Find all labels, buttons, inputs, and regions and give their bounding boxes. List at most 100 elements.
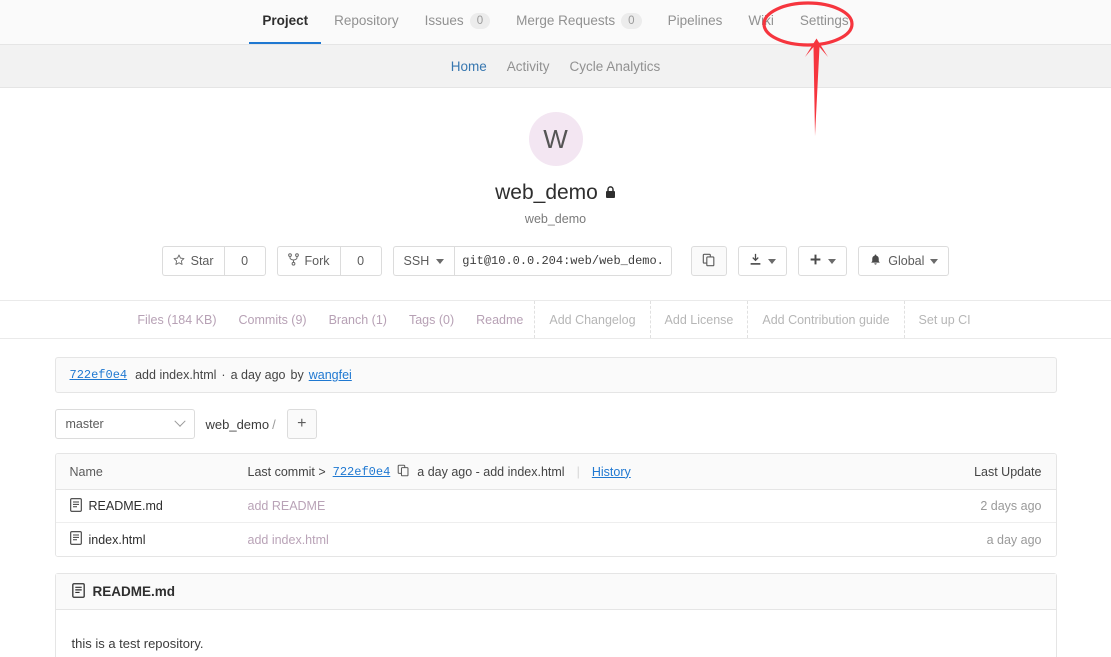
copy-commit-sha-icon[interactable] xyxy=(397,464,410,480)
nav-item-merge-requests[interactable]: Merge Requests 0 xyxy=(503,0,654,44)
table-row[interactable]: README.md add README 2 days ago xyxy=(55,490,1056,523)
stat-branches[interactable]: Branch (1) xyxy=(318,301,398,338)
add-contribution-guide-button[interactable]: Add Contribution guide xyxy=(747,301,903,338)
file-link[interactable]: index.html xyxy=(89,533,146,547)
download-button[interactable] xyxy=(738,246,788,276)
file-icon xyxy=(69,531,82,548)
project-actions: Star 0 Fork 0 SSH git@10.0.0.204:web/web… xyxy=(0,246,1111,276)
star-count[interactable]: 0 xyxy=(223,246,266,276)
file-list-header: Name Last commit > 722ef0e4 a day ago - … xyxy=(55,454,1056,490)
nav-item-wiki[interactable]: Wiki xyxy=(735,0,787,44)
primary-navigation: Project Repository Issues 0 Merge Reques… xyxy=(0,0,1111,45)
nav-item-merge-requests-label: Merge Requests xyxy=(516,13,616,28)
nav-item-settings-label: Settings xyxy=(799,13,849,28)
breadcrumb-separator: / xyxy=(272,416,276,432)
stat-readme[interactable]: Readme xyxy=(465,301,534,338)
download-icon xyxy=(749,253,762,269)
stat-commits[interactable]: Commits (9) xyxy=(228,301,318,338)
nav-item-issues-label: Issues xyxy=(424,13,464,28)
star-button-label: Star xyxy=(190,254,214,268)
fork-button-label: Fork xyxy=(304,254,330,268)
file-updated-time: 2 days ago xyxy=(980,499,1042,513)
set-up-ci-button[interactable]: Set up CI xyxy=(903,301,985,338)
breadcrumb: web_demo / xyxy=(206,417,276,432)
file-updated-time: a day ago xyxy=(986,532,1042,547)
file-list: Name Last commit > 722ef0e4 a day ago - … xyxy=(54,453,1057,557)
readme-file-icon xyxy=(71,582,85,601)
copy-icon xyxy=(702,253,716,270)
star-button[interactable]: Star xyxy=(161,246,224,276)
subnav-item-cycle-analytics[interactable]: Cycle Analytics xyxy=(569,59,660,74)
clone-url-input[interactable] xyxy=(454,246,673,276)
file-icon xyxy=(69,497,82,515)
project-title: web_demo xyxy=(0,181,1111,205)
readme-panel: README.md this is a test repository. xyxy=(54,573,1057,657)
nav-item-pipelines[interactable]: Pipelines xyxy=(655,0,736,44)
subnav-item-home[interactable]: Home xyxy=(451,59,487,74)
last-commit-time: a day ago - add index.html xyxy=(417,464,565,479)
add-new-button[interactable] xyxy=(798,246,848,276)
nav-item-settings[interactable]: Settings xyxy=(787,0,862,44)
fork-count[interactable]: 0 xyxy=(339,246,382,276)
fork-button[interactable]: Fork xyxy=(276,246,340,276)
project-name: web_demo xyxy=(495,181,598,204)
nav-item-project-label: Project xyxy=(262,13,309,28)
notification-chevron-down-icon xyxy=(930,258,939,264)
chevron-down-icon xyxy=(173,415,186,427)
readme-title: README.md xyxy=(92,584,176,599)
branch-selector-label: master xyxy=(65,417,104,431)
download-chevron-down-icon xyxy=(768,258,777,264)
branch-selector[interactable]: master xyxy=(54,409,195,439)
chevron-down-icon xyxy=(436,258,445,264)
file-commit-message[interactable]: add index.html xyxy=(248,533,987,547)
nav-item-issues[interactable]: Issues 0 xyxy=(412,0,503,44)
last-commit-bar: 722ef0e4 add index.html · a day ago by w… xyxy=(54,357,1057,393)
stat-files[interactable]: Files (184 KB) xyxy=(126,301,227,338)
notification-label: Global xyxy=(888,254,925,268)
commit-time: a day ago xyxy=(230,368,286,382)
copy-url-button[interactable] xyxy=(691,246,728,276)
clone-url-group: SSH xyxy=(392,246,673,276)
nav-item-wiki-label: Wiki xyxy=(748,13,774,28)
readme-header: README.md xyxy=(55,574,1056,610)
add-to-tree-button[interactable]: + xyxy=(286,409,317,439)
add-new-chevron-down-icon xyxy=(828,258,837,264)
branch-and-breadcrumb-row: master web_demo / + xyxy=(54,409,1057,439)
history-link[interactable]: History xyxy=(592,465,631,479)
notification-button[interactable]: Global xyxy=(858,246,950,276)
main-content: 722ef0e4 add index.html · a day ago by w… xyxy=(54,339,1057,657)
table-row[interactable]: index.html add index.html a day ago xyxy=(55,523,1056,556)
subnav-item-activity[interactable]: Activity xyxy=(507,59,550,74)
project-stats-bar: Files (184 KB) Commits (9) Branch (1) Ta… xyxy=(0,300,1111,339)
stat-tags[interactable]: Tags (0) xyxy=(398,301,465,338)
add-changelog-button[interactable]: Add Changelog xyxy=(534,301,649,338)
file-link[interactable]: README.md xyxy=(89,499,163,513)
nav-item-merge-requests-badge: 0 xyxy=(621,12,642,29)
add-license-button[interactable]: Add License xyxy=(649,301,748,338)
file-list-last-commit-info: Last commit > 722ef0e4 a day ago - add i… xyxy=(248,464,975,480)
header-divider: | xyxy=(576,464,580,479)
project-header: W web_demo web_demo xyxy=(0,88,1111,226)
file-name-cell: index.html xyxy=(69,531,248,548)
star-button-group: Star 0 xyxy=(161,246,266,276)
star-icon xyxy=(173,254,185,269)
commit-message: add index.html xyxy=(135,368,217,382)
commit-sha-link[interactable]: 722ef0e4 xyxy=(70,368,128,382)
column-header-name: Name xyxy=(69,464,103,479)
nav-item-project[interactable]: Project xyxy=(249,0,322,44)
commit-author-link[interactable]: wangfei xyxy=(309,368,352,382)
project-avatar: W xyxy=(528,112,583,166)
file-commit-message[interactable]: add README xyxy=(248,499,981,513)
nav-item-issues-badge: 0 xyxy=(469,12,491,29)
file-name-cell: README.md xyxy=(69,497,248,515)
clone-protocol-label: SSH xyxy=(403,254,430,268)
breadcrumb-root[interactable]: web_demo xyxy=(206,417,270,432)
clone-protocol-dropdown[interactable]: SSH xyxy=(392,246,455,276)
nav-item-repository[interactable]: Repository xyxy=(321,0,412,44)
fork-button-group: Fork 0 xyxy=(276,246,382,276)
commit-separator: · xyxy=(221,368,226,382)
plus-icon xyxy=(809,253,822,269)
commit-by-label: by xyxy=(290,368,304,382)
project-path: web_demo xyxy=(524,212,587,226)
last-commit-sha-link[interactable]: 722ef0e4 xyxy=(333,465,391,479)
